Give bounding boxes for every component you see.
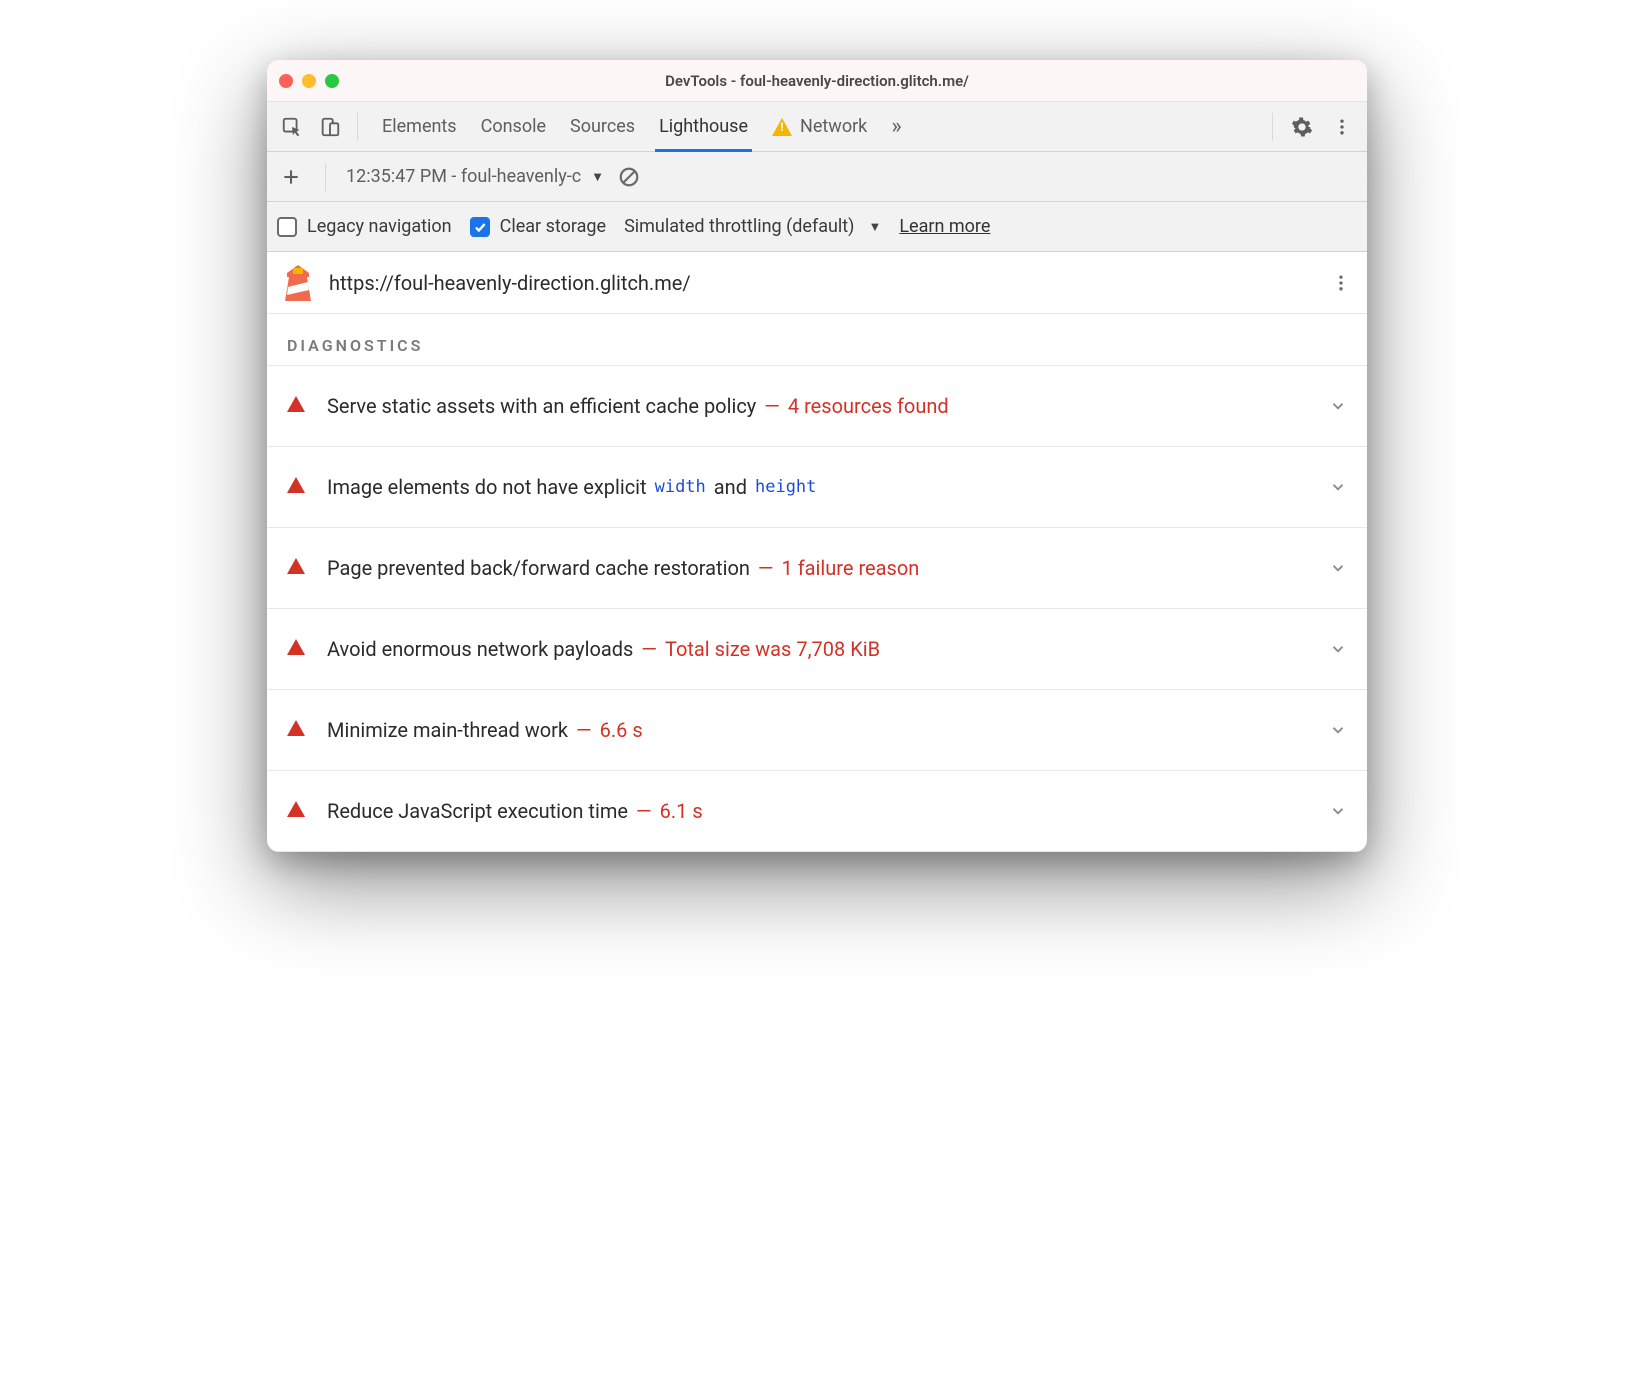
warning-icon: ! bbox=[772, 118, 792, 136]
separator bbox=[357, 113, 358, 141]
window-controls bbox=[279, 74, 339, 88]
new-report-button[interactable] bbox=[277, 163, 305, 191]
learn-more-link[interactable]: Learn more bbox=[899, 216, 990, 237]
fail-icon bbox=[287, 639, 305, 659]
audit-content: Reduce JavaScript execution time — 6.1 s bbox=[327, 799, 1307, 823]
tab-label: Network bbox=[800, 116, 867, 137]
audit-title-part: Image elements do not have explicit bbox=[327, 475, 647, 499]
audit-title: Reduce JavaScript execution time bbox=[327, 799, 628, 823]
audit-content: Serve static assets with an efficient ca… bbox=[327, 394, 1307, 418]
tab-list: Elements Console Sources Lighthouse ! Ne… bbox=[368, 102, 1262, 151]
lighthouse-toolbar: 12:35:47 PM - foul-heavenly-c ▼ bbox=[267, 152, 1367, 202]
audit-content: Image elements do not have explicit widt… bbox=[327, 475, 1307, 499]
tab-console[interactable]: Console bbox=[481, 102, 546, 151]
dash: — bbox=[641, 637, 657, 661]
chevron-down-icon bbox=[1329, 802, 1347, 820]
tab-label: Elements bbox=[382, 116, 457, 137]
diagnostics-list: Serve static assets with an efficient ca… bbox=[267, 365, 1367, 852]
audit-title-part: and bbox=[714, 475, 747, 499]
audit-title: Minimize main-thread work bbox=[327, 718, 568, 742]
chevron-down-icon bbox=[1329, 640, 1347, 658]
audit-detail: 6.1 s bbox=[660, 799, 703, 823]
lighthouse-options: Legacy navigation Clear storage Simulate… bbox=[267, 202, 1367, 252]
fail-icon bbox=[287, 720, 305, 740]
chevron-down-icon bbox=[1329, 397, 1347, 415]
audit-detail: Total size was 7,708 KiB bbox=[665, 637, 880, 661]
dash: — bbox=[576, 718, 592, 742]
fail-icon bbox=[287, 396, 305, 416]
tab-sources[interactable]: Sources bbox=[570, 102, 635, 151]
lighthouse-logo-icon bbox=[283, 265, 313, 301]
tab-network[interactable]: ! Network bbox=[772, 102, 867, 151]
audit-row[interactable]: Image elements do not have explicit widt… bbox=[267, 447, 1367, 528]
tab-elements[interactable]: Elements bbox=[382, 102, 457, 151]
close-window-button[interactable] bbox=[279, 74, 293, 88]
code-chip: height bbox=[755, 477, 816, 497]
tab-label: Lighthouse bbox=[659, 116, 748, 137]
more-tabs-button[interactable]: » bbox=[891, 102, 901, 151]
tab-lighthouse[interactable]: Lighthouse bbox=[659, 102, 748, 151]
chevron-down-icon: ▼ bbox=[591, 169, 604, 185]
audit-row[interactable]: Page prevented back/forward cache restor… bbox=[267, 528, 1367, 609]
device-toolbar-icon[interactable] bbox=[313, 110, 347, 144]
window-title: DevTools - foul-heavenly-direction.glitc… bbox=[267, 72, 1367, 90]
checkbox-label: Legacy navigation bbox=[307, 216, 452, 237]
kebab-menu-icon[interactable] bbox=[1325, 110, 1359, 144]
audit-content: Minimize main-thread work — 6.6 s bbox=[327, 718, 1307, 742]
tabbar-actions bbox=[1266, 110, 1359, 144]
audit-row[interactable]: Serve static assets with an efficient ca… bbox=[267, 366, 1367, 447]
fail-icon bbox=[287, 801, 305, 821]
tab-label: Console bbox=[481, 116, 546, 137]
audit-row[interactable]: Reduce JavaScript execution time — 6.1 s bbox=[267, 771, 1367, 852]
checkbox-checked-icon bbox=[470, 217, 490, 237]
dash: — bbox=[764, 394, 780, 418]
audit-title: Page prevented back/forward cache restor… bbox=[327, 556, 750, 580]
checkbox-label: Clear storage bbox=[500, 216, 606, 237]
clear-icon[interactable] bbox=[618, 166, 640, 188]
fail-icon bbox=[287, 558, 305, 578]
code-chip: width bbox=[655, 477, 706, 497]
audit-detail: 4 resources found bbox=[788, 394, 949, 418]
audit-content: Page prevented back/forward cache restor… bbox=[327, 556, 1307, 580]
report-url: https://foul-heavenly-direction.glitch.m… bbox=[329, 271, 691, 295]
throttling-select[interactable]: Simulated throttling (default) ▼ bbox=[624, 216, 881, 237]
chevron-down-icon bbox=[1329, 721, 1347, 739]
chevron-down-icon bbox=[1329, 559, 1347, 577]
fail-icon bbox=[287, 477, 305, 497]
audit-content: Avoid enormous network payloads — Total … bbox=[327, 637, 1307, 661]
maximize-window-button[interactable] bbox=[325, 74, 339, 88]
report-menu-icon[interactable] bbox=[1331, 273, 1351, 293]
separator bbox=[325, 163, 326, 191]
titlebar: DevTools - foul-heavenly-direction.glitc… bbox=[267, 60, 1367, 102]
audit-detail: 6.6 s bbox=[600, 718, 643, 742]
inspect-element-icon[interactable] bbox=[275, 110, 309, 144]
tab-label: Sources bbox=[570, 116, 635, 137]
audit-title: Serve static assets with an efficient ca… bbox=[327, 394, 756, 418]
chevron-down-icon bbox=[1329, 478, 1347, 496]
throttling-label: Simulated throttling (default) bbox=[624, 216, 854, 237]
devtools-tabbar: Elements Console Sources Lighthouse ! Ne… bbox=[267, 102, 1367, 152]
report-header: https://foul-heavenly-direction.glitch.m… bbox=[267, 252, 1367, 314]
separator bbox=[1272, 113, 1273, 141]
dash: — bbox=[758, 556, 774, 580]
dash: — bbox=[636, 799, 652, 823]
report-header-left: https://foul-heavenly-direction.glitch.m… bbox=[283, 265, 691, 301]
checkbox-icon bbox=[277, 217, 297, 237]
clear-storage-checkbox[interactable]: Clear storage bbox=[470, 216, 606, 237]
settings-icon[interactable] bbox=[1285, 110, 1319, 144]
report-select[interactable]: 12:35:47 PM - foul-heavenly-c ▼ bbox=[346, 166, 604, 187]
audit-row[interactable]: Minimize main-thread work — 6.6 s bbox=[267, 690, 1367, 771]
audit-detail: 1 failure reason bbox=[782, 556, 920, 580]
audit-title: Avoid enormous network payloads bbox=[327, 637, 633, 661]
minimize-window-button[interactable] bbox=[302, 74, 316, 88]
report-select-label: 12:35:47 PM - foul-heavenly-c bbox=[346, 166, 581, 187]
legacy-navigation-checkbox[interactable]: Legacy navigation bbox=[277, 216, 452, 237]
audit-row[interactable]: Avoid enormous network payloads — Total … bbox=[267, 609, 1367, 690]
devtools-window: DevTools - foul-heavenly-direction.glitc… bbox=[267, 60, 1367, 852]
section-title: DIAGNOSTICS bbox=[267, 314, 1367, 365]
chevron-down-icon: ▼ bbox=[868, 219, 881, 235]
